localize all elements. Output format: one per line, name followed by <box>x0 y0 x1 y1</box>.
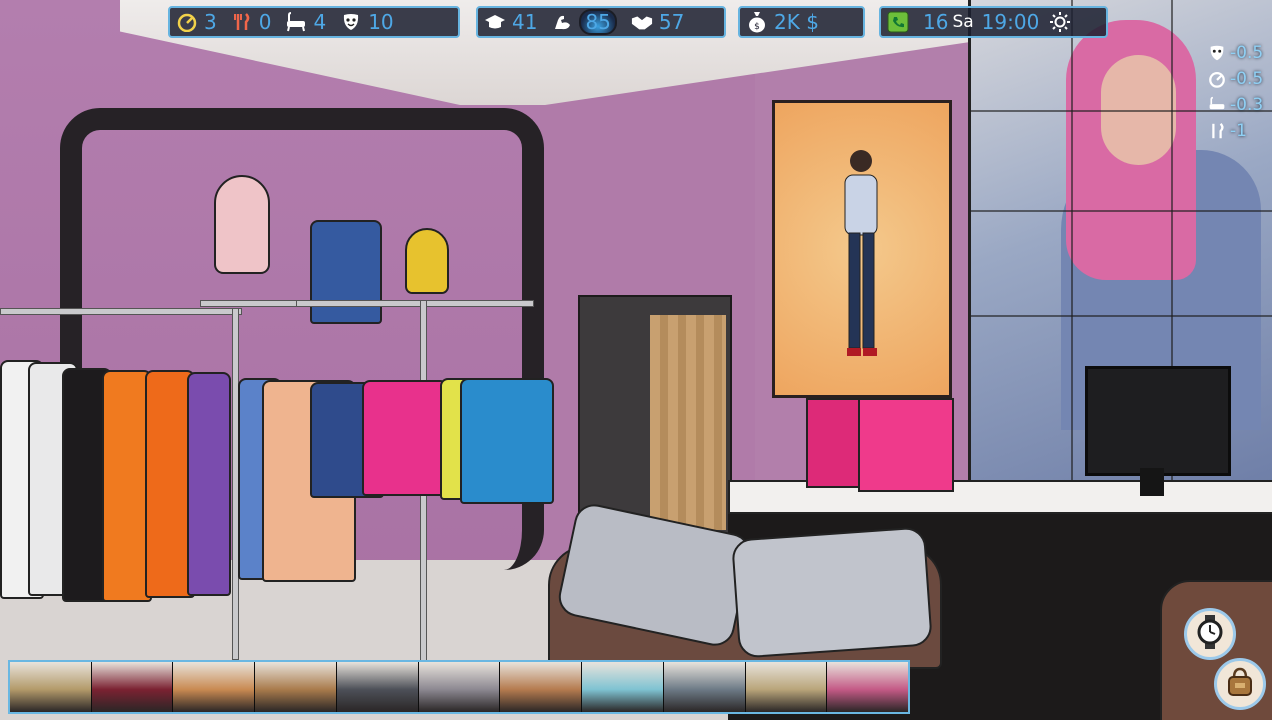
fun-value: 10 <box>368 10 394 34</box>
shopping-bag <box>858 398 954 492</box>
location-thumbnail-bookstore[interactable] <box>255 662 337 712</box>
shopping-bag <box>806 398 864 488</box>
intelligence-stat[interactable]: 41 <box>484 11 537 33</box>
energy-stat[interactable]: 3 <box>176 11 217 33</box>
skills-panel: 41 85 57 <box>476 6 726 38</box>
intelligence-value: 41 <box>512 10 538 34</box>
energy-change: -0.5 <box>1206 66 1272 92</box>
money-value: 2K $ <box>774 10 819 34</box>
fitting-room-curtain <box>650 315 726 530</box>
location-thumbnail-office[interactable] <box>663 662 746 712</box>
location-thumbnail-mall-hall[interactable] <box>10 662 92 712</box>
blue-tshirt <box>460 378 554 504</box>
pillow <box>731 526 933 659</box>
watch-button[interactable] <box>1184 608 1236 660</box>
poster-model <box>844 150 878 356</box>
mask-icon <box>1206 42 1228 64</box>
handshake-icon <box>631 11 653 33</box>
location-thumbnail-clothing-store[interactable] <box>418 662 501 712</box>
speedometer-icon <box>1206 68 1228 90</box>
location-thumbnail-bakery[interactable] <box>173 662 256 712</box>
pink-shirt <box>362 380 448 496</box>
day-number: 16 <box>923 10 949 34</box>
fitness-stat[interactable]: 85 <box>551 9 617 35</box>
mannequin-pink-top <box>214 175 270 274</box>
fork-knife-icon <box>1206 120 1228 142</box>
bathtub-icon <box>285 11 307 33</box>
hunger-change: -1 <box>1206 118 1272 144</box>
monitor-stand <box>1140 468 1164 496</box>
money-panel: $ 2K $ <box>738 6 865 38</box>
hunger-value: 0 <box>258 10 272 34</box>
clothes-rail-left <box>0 308 242 315</box>
fork-knife-icon <box>231 11 253 33</box>
fitness-value: 85 <box>579 9 617 35</box>
clothes-rail-right <box>296 300 534 307</box>
svg-text:$: $ <box>754 22 760 32</box>
fun-stat[interactable]: 10 <box>340 10 394 34</box>
location-thumbnail-arcade[interactable] <box>91 662 174 712</box>
energy-change-value: -0.5 <box>1230 69 1264 89</box>
charisma-stat[interactable]: 57 <box>631 11 684 33</box>
location-thumbnail-pharmacy[interactable] <box>582 662 664 712</box>
fun-change-value: -0.5 <box>1230 43 1264 63</box>
location-thumbnail-bar <box>8 660 910 714</box>
time-panel: 16 Sa 19:00 <box>879 6 1108 38</box>
hygiene-change: -0.3 <box>1206 92 1272 118</box>
screen-divider <box>971 210 1272 212</box>
clock-time: 19:00 <box>981 10 1040 34</box>
bathtub-icon <box>1206 94 1228 116</box>
watch-icon <box>1195 615 1225 653</box>
inventory-button[interactable] <box>1214 658 1266 710</box>
speedometer-icon <box>176 11 198 33</box>
hygiene-stat[interactable]: 4 <box>285 11 326 33</box>
clothing-store-scene <box>0 0 1272 720</box>
money-stat[interactable]: $ 2K $ <box>746 11 819 33</box>
flexed-arm-icon <box>551 11 573 33</box>
screen-divider <box>971 315 1272 317</box>
hygiene-change-value: -0.3 <box>1230 95 1264 115</box>
purple-dress <box>187 372 231 596</box>
day-name: Sa <box>952 12 974 32</box>
graduation-cap-icon <box>484 11 506 33</box>
hunger-stat[interactable]: 0 <box>231 10 272 34</box>
energy-value: 3 <box>204 10 217 34</box>
location-thumbnail-boutique[interactable] <box>827 662 909 712</box>
phone-icon[interactable] <box>887 11 909 33</box>
fashion-poster <box>772 100 952 398</box>
mannequin-yellow-top <box>405 228 449 294</box>
hunger-change-value: -1 <box>1230 121 1247 141</box>
stat-change-list: -0.5 -0.5 -0.3 -1 <box>1206 40 1272 144</box>
handbag-icon <box>1224 666 1256 702</box>
needs-panel: 3 0 4 10 <box>168 6 460 38</box>
fun-change: -0.5 <box>1206 40 1272 66</box>
location-thumbnail-restaurant[interactable] <box>500 662 583 712</box>
mask-icon <box>340 11 362 33</box>
pc-monitor <box>1085 366 1231 476</box>
location-thumbnail-supermarket[interactable] <box>745 662 828 712</box>
sun-icon[interactable] <box>1049 11 1071 33</box>
charisma-value: 57 <box>658 10 685 34</box>
screen-divider <box>1071 0 1073 480</box>
blue-shirt-hanging <box>310 220 382 324</box>
hygiene-value: 4 <box>313 10 327 34</box>
money-bag-icon: $ <box>746 11 768 33</box>
location-thumbnail-electronics[interactable] <box>336 662 419 712</box>
